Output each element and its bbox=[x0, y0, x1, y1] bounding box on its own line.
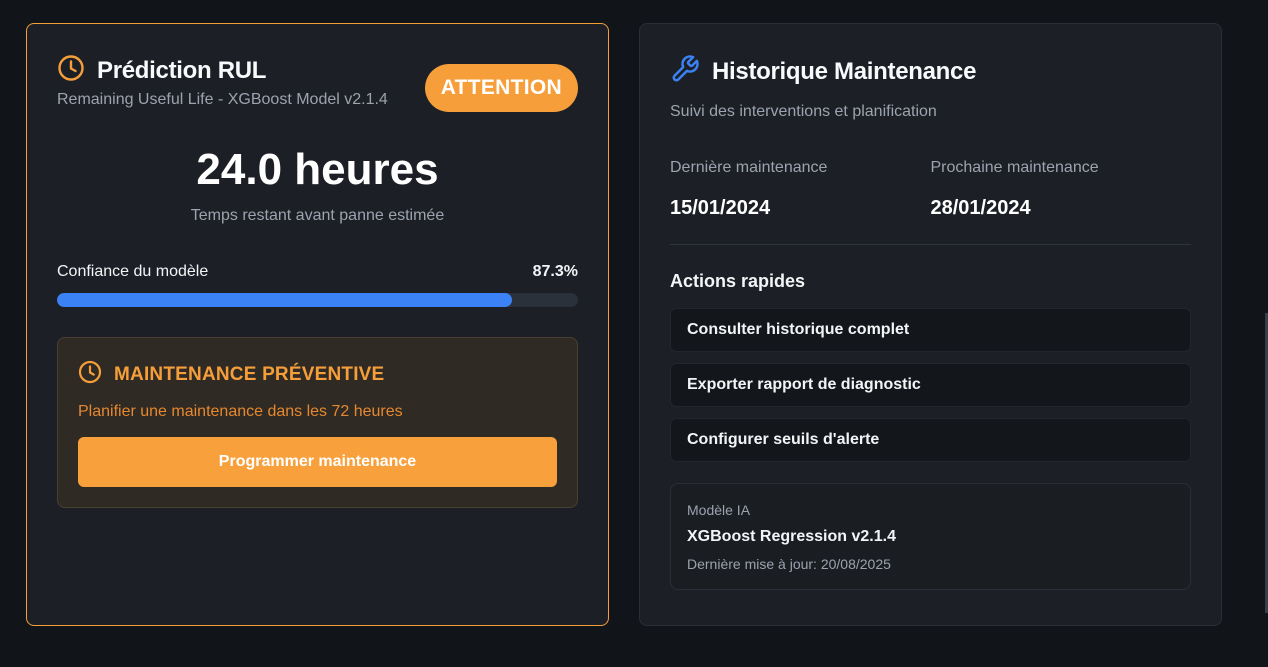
preventive-maintenance-alert: MAINTENANCE PRÉVENTIVE Planifier une mai… bbox=[57, 337, 578, 508]
clock-icon bbox=[78, 360, 102, 389]
maintenance-history-card: Historique Maintenance Suivi des interve… bbox=[639, 23, 1222, 626]
quick-actions-title: Actions rapides bbox=[670, 271, 806, 291]
quick-actions-list: Consulter historique complet Exporter ra… bbox=[670, 308, 1191, 462]
maintenance-title: Historique Maintenance bbox=[712, 57, 977, 85]
configure-alert-thresholds-button[interactable]: Configurer seuils d'alerte bbox=[670, 418, 1191, 462]
model-name: XGBoost Regression v2.1.4 bbox=[687, 528, 896, 545]
rul-title: Prédiction RUL bbox=[97, 56, 267, 84]
confidence-label: Confiance du modèle bbox=[57, 263, 209, 280]
rul-prediction-card: Prédiction RUL Remaining Useful Life - X… bbox=[26, 23, 609, 626]
view-full-history-button[interactable]: Consulter historique complet bbox=[670, 308, 1191, 352]
next-maintenance-label: Prochaine maintenance bbox=[930, 159, 1099, 176]
next-maintenance-date: 28/01/2024 bbox=[930, 197, 1031, 219]
last-maintenance-date: 15/01/2024 bbox=[670, 197, 771, 219]
wrench-icon bbox=[670, 54, 700, 89]
rul-value: 24.0 heures bbox=[196, 145, 439, 194]
maintenance-subtitle: Suivi des interventions et planification bbox=[670, 103, 937, 120]
model-last-updated: Dernière mise à jour: 20/08/2025 bbox=[687, 556, 891, 572]
clock-icon bbox=[57, 54, 85, 87]
preventive-title: MAINTENANCE PRÉVENTIVE bbox=[114, 363, 385, 385]
export-diagnostic-report-button[interactable]: Exporter rapport de diagnostic bbox=[670, 363, 1191, 407]
rul-caption: Temps restant avant panne estimée bbox=[190, 207, 445, 224]
model-label: Modèle IA bbox=[687, 502, 751, 518]
confidence-progress-bar bbox=[57, 293, 578, 307]
last-maintenance: Dernière maintenance 15/01/2024 bbox=[670, 159, 931, 220]
next-maintenance: Prochaine maintenance 28/01/2024 bbox=[931, 159, 1192, 220]
divider bbox=[670, 244, 1191, 245]
preventive-text: Planifier une maintenance dans les 72 he… bbox=[78, 403, 403, 420]
status-badge: ATTENTION bbox=[424, 64, 578, 112]
schedule-maintenance-button[interactable]: Programmer maintenance bbox=[78, 437, 557, 487]
ai-model-info: Modèle IA XGBoost Regression v2.1.4 Dern… bbox=[670, 483, 1191, 590]
confidence-progress-fill bbox=[57, 293, 512, 307]
last-maintenance-label: Dernière maintenance bbox=[670, 159, 828, 176]
confidence-value: 87.3% bbox=[532, 263, 578, 280]
